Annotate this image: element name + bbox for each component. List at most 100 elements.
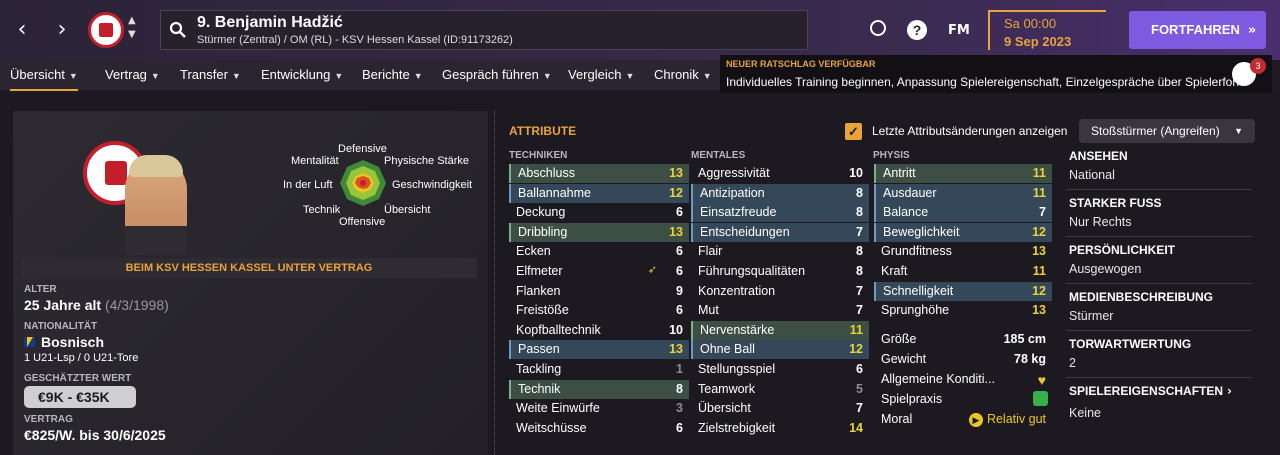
attribute-row[interactable]: Einsatzfreude 8 — [691, 203, 869, 223]
attribute-row[interactable]: Flair 8 — [691, 242, 869, 261]
tab-entwicklung[interactable]: Entwicklung ▼ — [261, 67, 343, 82]
age-value: 25 Jahre alt (4/3/1998) — [24, 297, 169, 313]
tab-gespraech[interactable]: Gespräch führen ▼ — [442, 67, 552, 82]
attribute-name: Stellungsspiel — [698, 362, 776, 376]
attribute-name: Ballannahme — [518, 185, 591, 200]
estimated-value[interactable]: €9K - €35K — [24, 386, 136, 408]
attribute-row[interactable]: Grundfitness 13 — [874, 242, 1052, 261]
attribute-row[interactable]: Sprunghöhe 13 — [874, 301, 1052, 320]
attribute-row[interactable]: Beweglichkeit 12 — [874, 222, 1052, 242]
attribute-value: 13 — [1032, 303, 1046, 318]
attribute-row[interactable]: Passen 13 — [509, 340, 689, 360]
age-text: 25 Jahre alt — [24, 297, 102, 313]
attribute-row[interactable]: Ausdauer 11 — [874, 183, 1052, 203]
attribute-row[interactable]: Konzentration 7 — [691, 282, 869, 301]
attribute-row[interactable]: Stellungsspiel 6 — [691, 360, 869, 379]
attribute-row[interactable]: Entscheidungen 7 — [691, 222, 869, 242]
radar-label-geschwindigkeit: Geschwindigkeit — [392, 179, 473, 191]
attribute-row[interactable]: Nervenstärke 11 — [691, 320, 869, 340]
tab-uebersicht[interactable]: Übersicht ▼ — [10, 67, 78, 91]
tab-transfer[interactable]: Transfer ▼ — [180, 67, 241, 82]
tab-berichte[interactable]: Berichte ▼ — [362, 67, 423, 82]
attribute-row[interactable]: Ecken 6 — [509, 242, 689, 261]
attribute-row[interactable]: Kraft 11 — [874, 262, 1052, 281]
double-chevron-icon: » — [1247, 23, 1257, 38]
role-select[interactable]: Stoßstürmer (Angreifen) ▼ — [1079, 119, 1255, 143]
player-cycle-arrows[interactable]: ▲ ▼ — [128, 14, 136, 42]
media-heading: MEDIENBESCHREIBUNG — [1069, 290, 1214, 304]
attribute-row[interactable]: Teamwork 5 — [691, 380, 869, 399]
attribute-row[interactable]: Tackling 1 — [509, 360, 689, 379]
chevron-down-icon: ▼ — [150, 71, 160, 81]
attribute-row[interactable]: Führungsqualitäten 8 — [691, 262, 869, 281]
player-header[interactable]: 9. Benjamin Hadžić Stürmer (Zentral) / O… — [160, 10, 808, 50]
advice-panel[interactable]: NEUER RATSCHLAG VERFÜGBAR Individuelles … — [720, 55, 1272, 93]
attribute-row[interactable]: Weite Einwürfe 3 — [509, 399, 689, 418]
attribute-row[interactable]: Aggressivität 10 — [691, 164, 869, 183]
show-changes-label: Letzte Attributsänderungen anzeigen — [872, 124, 1068, 138]
attribute-value: 6 — [676, 205, 683, 220]
attribute-row[interactable]: Antritt 11 — [874, 164, 1052, 183]
weight-value: 78 kg — [1014, 352, 1046, 366]
morale-text: Relativ gut — [986, 412, 1046, 426]
attribute-name: Zielstrebigkeit — [698, 420, 776, 435]
penalty-taker-icon: ➶ — [647, 263, 657, 276]
attribute-row[interactable]: Ballannahme 12 — [509, 183, 689, 203]
match-fitness-icon — [1033, 391, 1048, 406]
tab-chronik[interactable]: Chronik ▼ — [654, 67, 712, 82]
player-traits-value: Keine — [1069, 406, 1101, 420]
reputation-heading: ANSEHEN — [1069, 149, 1128, 163]
attribute-row[interactable]: Technik 8 — [509, 379, 689, 399]
continue-button[interactable]: FORTFAHREN » — [1129, 11, 1266, 49]
morale-row[interactable]: Moral ▶ Relativ gut — [874, 410, 1052, 429]
attribute-name: Flanken — [516, 283, 561, 298]
attribute-name: Ecken — [516, 244, 551, 259]
globe-icon[interactable] — [870, 20, 886, 36]
tab-label: Vertrag — [105, 67, 147, 82]
condition-row[interactable]: Allgemeine Konditi... ♥ — [874, 370, 1052, 389]
player-traits-heading[interactable]: SPIELEREIGENSCHAFTEN › — [1069, 384, 1232, 398]
match-practice-row[interactable]: Spielpraxis — [874, 390, 1052, 409]
attribute-row[interactable]: Zielstrebigkeit 14 — [691, 419, 869, 438]
attribute-name: Antritt — [883, 166, 916, 180]
attribute-row[interactable]: Weitschüsse 6 — [509, 419, 689, 438]
attribute-value: 6 — [676, 264, 683, 278]
attribute-row[interactable]: Mut 7 — [691, 301, 869, 320]
attribute-row[interactable]: Kopfballtechnik 10 — [509, 321, 689, 340]
attribute-name: Abschluss — [518, 166, 575, 180]
attribute-row[interactable]: Übersicht 7 — [691, 399, 869, 418]
club-crest-icon[interactable] — [88, 12, 124, 48]
match-practice-label: Spielpraxis — [881, 392, 943, 406]
attribute-row[interactable]: Balance 7 — [874, 203, 1052, 223]
attribute-name: Sprunghöhe — [881, 303, 950, 318]
attribute-row[interactable]: Flanken 9 — [509, 282, 689, 301]
tab-bar: Übersicht ▼ Vertrag ▼ Transfer ▼ Entwicklun… — [0, 60, 720, 91]
nationality-value[interactable]: Bosnisch — [24, 334, 104, 350]
tab-vertrag[interactable]: Vertrag ▼ — [105, 67, 160, 82]
date-display[interactable]: Sa 00:00 9 Sep 2023 — [988, 10, 1106, 50]
attribute-row[interactable]: Deckung 6 — [509, 203, 689, 222]
tab-vergleich[interactable]: Vergleich ▼ — [568, 67, 634, 82]
show-changes-checkbox[interactable]: ✓ — [845, 123, 862, 140]
attribute-row[interactable]: Ohne Ball 12 — [691, 340, 869, 360]
attribute-name: Einsatzfreude — [700, 205, 777, 220]
fm-menu-icon[interactable]: FM — [948, 23, 970, 38]
attribute-value: 6 — [676, 303, 683, 318]
advice-title: NEUER RATSCHLAG VERFÜGBAR — [726, 59, 876, 69]
attribute-value: 10 — [849, 166, 863, 180]
attribute-row[interactable]: Freistöße 6 — [509, 301, 689, 320]
attribute-row[interactable]: Antizipation 8 — [691, 183, 869, 203]
back-icon[interactable]: ‹ — [12, 18, 32, 42]
forward-icon[interactable]: › — [52, 18, 72, 42]
attribute-value: 13 — [669, 224, 683, 239]
attribute-radar — [340, 160, 386, 206]
attribute-row[interactable]: Elfmeter 6 ➶ — [509, 262, 689, 281]
attribute-name: Flair — [698, 244, 723, 259]
attribute-row[interactable]: Schnelligkeit 12 — [874, 281, 1052, 301]
help-icon[interactable]: ? — [907, 20, 927, 40]
attribute-row[interactable]: Dribbling 13 — [509, 222, 689, 242]
attribute-value: 8 — [676, 381, 683, 396]
attribute-row[interactable]: Abschluss 13 — [509, 164, 689, 183]
contract-value: €825/W. bis 30/6/2025 — [24, 427, 166, 443]
attribute-name: Beweglichkeit — [883, 224, 960, 239]
